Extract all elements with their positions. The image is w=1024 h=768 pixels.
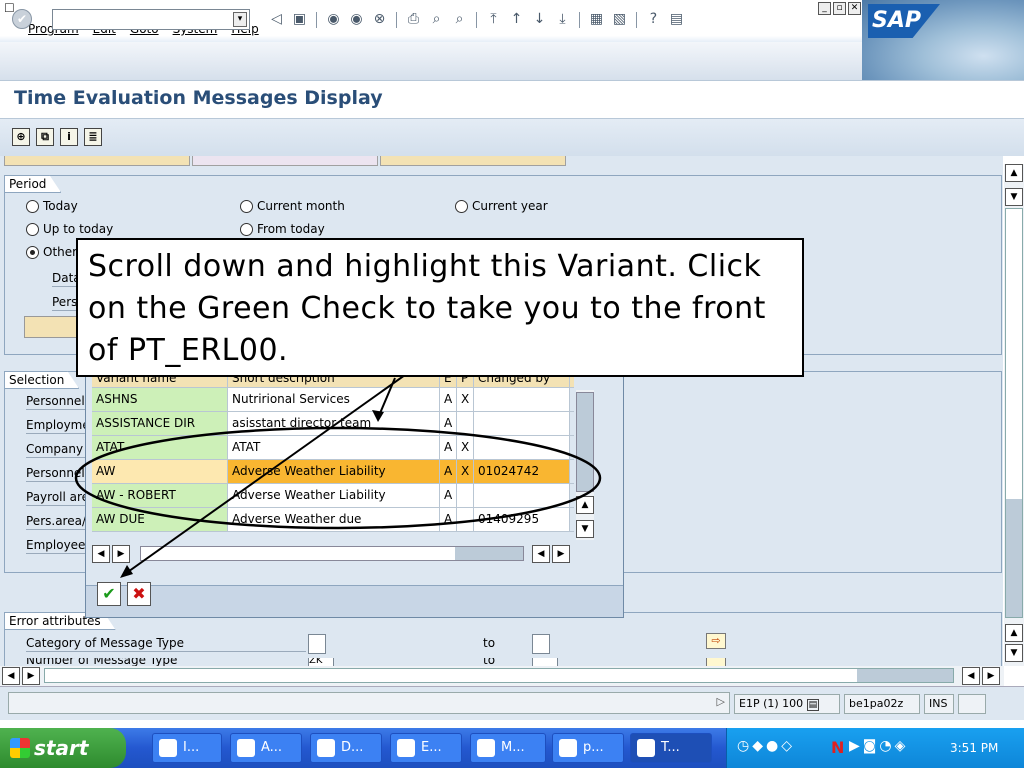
outlook-icon [159,739,177,757]
acrobat-icon [237,739,255,757]
task-label: E... [421,740,442,755]
norton-icon[interactable]: N [831,738,844,757]
excel-icon [477,739,495,757]
system-info: E1P (1) 100 ▤ [734,694,840,714]
expand-status-icon[interactable]: ▷ [717,695,725,708]
status-message-field: ▷ [8,692,730,714]
lock-icon [958,694,986,714]
clock: 3:51 PM [950,741,999,755]
tray-icons-2[interactable]: ▶◙◔◈ [849,738,908,754]
windows-flag-icon [10,738,30,758]
taskbar-item[interactable]: E... [390,733,462,763]
tray-icons[interactable]: ◷◆●◇ [737,738,795,754]
arrow-head [120,565,133,578]
word-icon [317,739,335,757]
task-label: T... [661,740,680,755]
start-button[interactable]: start [0,728,126,768]
arrow-to-check [124,369,413,575]
task-label: M... [501,740,525,755]
system-info-icon[interactable]: ▤ [806,699,820,711]
taskbar-item[interactable]: p... [552,733,624,763]
ie-icon [397,739,415,757]
task-label: I... [183,740,200,755]
taskbar-item[interactable]: I... [152,733,222,763]
highlight-ellipse [74,426,602,530]
task-label: p... [583,740,604,755]
taskbar-item[interactable]: M... [470,733,546,763]
taskbar-item-active[interactable]: T... [630,733,712,763]
arrow-head [372,410,384,422]
instruction-callout: Scroll down and highlight this Variant. … [76,238,804,377]
taskbar-item[interactable]: D... [310,733,382,763]
sap-gui-icon [637,739,655,757]
annotation-overlay [74,369,602,578]
task-label: D... [341,740,364,755]
task-label: A... [261,740,283,755]
system-text: E1P (1) 100 [739,697,804,710]
firefox-icon [559,739,577,757]
input-mode: INS [924,694,954,714]
taskbar-item[interactable]: A... [230,733,302,763]
server-info: be1pa02z [844,694,920,714]
start-label: start [34,736,89,760]
